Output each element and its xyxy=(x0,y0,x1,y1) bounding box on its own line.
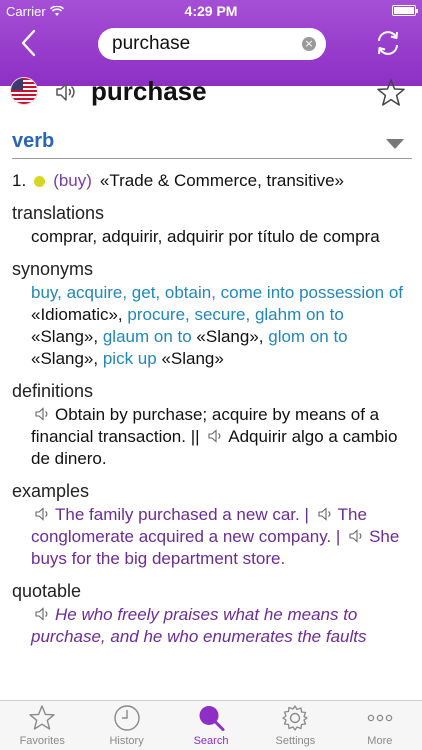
speaker-icon[interactable] xyxy=(35,607,51,621)
pronounce-speaker-icon[interactable] xyxy=(54,80,78,104)
tab-label: Search xyxy=(193,735,229,747)
speaker-icon[interactable] xyxy=(349,529,365,543)
search-field[interactable]: × xyxy=(98,28,326,60)
us-flag-icon xyxy=(10,77,38,105)
favorite-star-button[interactable] xyxy=(376,78,406,108)
swap-language-button[interactable] xyxy=(372,27,404,59)
status-bar: Carrier 4:29 PM xyxy=(0,0,422,22)
synonym-link[interactable]: pick up xyxy=(103,349,157,368)
star-icon xyxy=(29,705,55,730)
example-sentence: The family purchased a new car. | xyxy=(55,505,309,524)
tab-search[interactable]: Search xyxy=(169,701,253,750)
sense-number: 1. xyxy=(12,171,27,190)
speaker-icon[interactable] xyxy=(35,507,51,521)
back-button[interactable] xyxy=(14,28,44,58)
translations-section: translations comprar, adquirir, adquirir… xyxy=(12,202,412,248)
synonym-tag: «Slang», xyxy=(31,349,103,368)
examples-label: examples xyxy=(12,481,90,501)
synonym-link[interactable]: glaum on to xyxy=(103,327,192,346)
synonyms-text: buy, acquire, get, obtain, come into pos… xyxy=(12,282,412,370)
tab-favorites[interactable]: Favorites xyxy=(0,701,84,750)
synonym-link[interactable]: procure, secure, glahm on to xyxy=(127,305,343,324)
speaker-icon[interactable] xyxy=(35,407,51,421)
synonym-tag: «Idiomatic», xyxy=(31,305,128,324)
entry-header: purchase xyxy=(0,70,422,116)
clock-icon xyxy=(113,705,140,731)
quote-sentence: He who freely praises what he means to p… xyxy=(31,605,367,646)
examples-section: examples The family purchased a new car.… xyxy=(12,480,412,570)
sense-dot-icon xyxy=(34,175,46,187)
synonyms-label: synonyms xyxy=(12,259,94,279)
tab-settings[interactable]: Settings xyxy=(253,701,337,750)
battery-icon xyxy=(392,5,418,16)
part-of-speech: verb xyxy=(12,130,55,152)
examples-text: The family purchased a new car. | The co… xyxy=(12,504,412,570)
synonym-tag: «Slang», xyxy=(191,327,269,346)
tab-history[interactable]: History xyxy=(84,701,168,750)
tab-bar: Favorites History Search Settings More xyxy=(0,700,422,750)
clock: 4:29 PM xyxy=(184,3,238,19)
tab-more[interactable]: More xyxy=(338,701,422,750)
synonym-link[interactable]: buy, acquire, get, obtain, come into pos… xyxy=(31,283,403,302)
tab-label: History xyxy=(109,735,144,747)
dropdown-triangle-icon[interactable] xyxy=(386,139,404,149)
quotable-section: quotable He who freely praises what he m… xyxy=(12,580,412,648)
speaker-icon[interactable] xyxy=(208,429,224,443)
sense-line: 1. (buy) «Trade & Commerce, transitive» xyxy=(12,170,412,192)
sense-gloss: (buy) xyxy=(53,171,92,190)
tab-label: Favorites xyxy=(19,735,65,747)
entry-content: 1. (buy) «Trade & Commerce, transitive» … xyxy=(12,170,412,658)
tab-label: Settings xyxy=(275,735,316,747)
search-icon xyxy=(199,706,225,731)
headword: purchase xyxy=(91,76,207,106)
synonym-tag: «Slang», xyxy=(31,327,103,346)
search-input[interactable] xyxy=(112,33,292,55)
tab-label: More xyxy=(367,735,393,747)
speaker-icon[interactable] xyxy=(318,507,334,521)
quotable-label: quotable xyxy=(12,581,82,601)
translations-label: translations xyxy=(12,203,105,223)
synonyms-section: synonyms buy, acquire, get, obtain, come… xyxy=(12,258,412,370)
synonym-link[interactable]: glom on to xyxy=(268,327,347,346)
sense-domain: «Trade & Commerce, transitive» xyxy=(99,171,344,190)
quotable-text: He who freely praises what he means to p… xyxy=(12,604,412,648)
more-icon xyxy=(367,714,393,722)
translations-text: comprar, adquirir, adquirir por título d… xyxy=(31,227,380,246)
definitions-text: Obtain by purchase; acquire by means of … xyxy=(12,404,412,470)
synonym-tag: «Slang» xyxy=(156,349,224,368)
part-of-speech-selector[interactable]: verb xyxy=(12,127,412,159)
definitions-label: definitions xyxy=(12,381,94,401)
clear-search-button[interactable]: × xyxy=(302,37,316,51)
gear-icon xyxy=(282,705,309,731)
definitions-section: definitions Obtain by purchase; acquire … xyxy=(12,380,412,470)
